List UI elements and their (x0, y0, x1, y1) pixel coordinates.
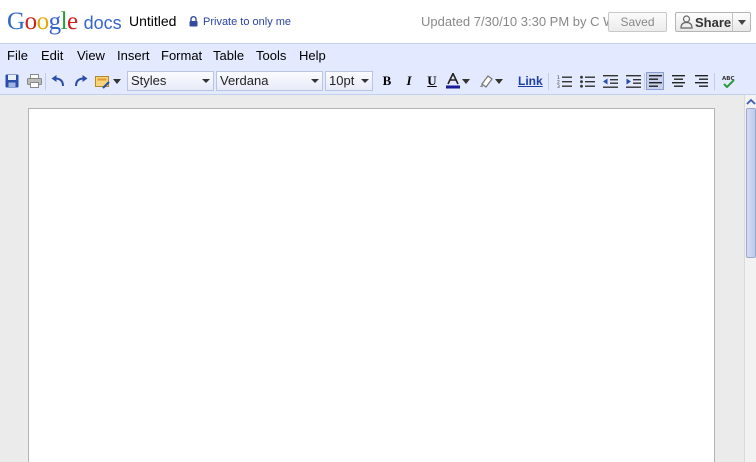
numbered-list-button[interactable]: 1 2 3 (555, 72, 573, 90)
increase-indent-button[interactable] (624, 72, 642, 90)
font-family-dropdown[interactable]: Verdana (216, 71, 323, 91)
font-family-value: Verdana (220, 73, 269, 88)
align-center-button[interactable] (669, 72, 687, 90)
align-right-icon (694, 75, 708, 87)
undo-button[interactable] (49, 72, 67, 90)
spellcheck-button[interactable]: ABC (720, 72, 738, 90)
toolbar-separator (548, 73, 549, 90)
document-page[interactable] (28, 108, 715, 462)
app-header: Google docs Untitled Private to only me … (0, 0, 756, 43)
chevron-down-icon (202, 79, 210, 83)
product-name: docs (83, 13, 122, 33)
align-left-button[interactable] (646, 72, 664, 90)
save-icon (5, 74, 19, 88)
menu-format[interactable]: Format (161, 48, 202, 63)
menu-help[interactable]: Help (299, 48, 326, 63)
share-dropdown-arrow[interactable] (733, 13, 750, 31)
spellcheck-icon: ABC (722, 76, 735, 88)
chevron-down-icon (737, 19, 746, 25)
google-wordmark: Google (7, 7, 78, 37)
numbered-list-icon: 1 2 3 (557, 75, 572, 88)
bulleted-list-button[interactable] (578, 72, 596, 90)
styles-dropdown[interactable]: Styles (127, 71, 214, 91)
lock-icon (189, 16, 198, 27)
menu-tools[interactable]: Tools (256, 48, 286, 63)
chevron-down-icon (311, 79, 319, 83)
menu-bar: File Edit View Insert Format Table Tools… (0, 43, 756, 68)
italic-button[interactable]: I (400, 72, 418, 90)
svg-text:3: 3 (557, 84, 560, 88)
share-label: Share (695, 14, 732, 30)
underline-icon: U (427, 73, 437, 88)
toolbar-separator (644, 73, 645, 90)
redo-button[interactable] (72, 72, 90, 90)
save-button[interactable] (3, 72, 21, 90)
last-updated-status: Updated 7/30/10 3:30 PM by C W (421, 14, 616, 29)
font-size-value: 10pt (329, 73, 355, 88)
align-right-button[interactable] (692, 72, 710, 90)
google-docs-logo[interactable]: Google docs (7, 7, 122, 37)
menu-edit[interactable]: Edit (41, 48, 63, 63)
toolbar-separator (714, 73, 715, 90)
formatting-toolbar: Styles Verdana 10pt B I U Link 1 2 3 ABC (0, 68, 756, 95)
increase-indent-icon (625, 74, 641, 88)
logo-letter: e (67, 8, 78, 35)
logo-letter: g (48, 8, 62, 35)
insert-link-button[interactable]: Link (518, 74, 543, 88)
logo-letter: o (36, 8, 50, 35)
logo-letter: G (7, 8, 25, 35)
bulleted-list-icon (579, 75, 595, 88)
logo-letter: o (24, 8, 38, 35)
print-button[interactable] (25, 72, 43, 90)
chevron-down-icon (361, 79, 369, 83)
decrease-indent-button[interactable] (601, 72, 619, 90)
styles-value: Styles (131, 73, 167, 88)
paint-format-button[interactable] (95, 72, 123, 90)
menu-table[interactable]: Table (213, 48, 244, 63)
bold-icon: B (382, 73, 392, 88)
print-icon (26, 74, 42, 88)
font-size-dropdown[interactable]: 10pt (325, 71, 373, 91)
document-area (0, 95, 744, 462)
bold-button[interactable]: B (378, 72, 396, 90)
document-title[interactable]: Untitled (129, 13, 176, 29)
underline-button[interactable]: U (423, 72, 441, 90)
chevron-down-icon (495, 78, 503, 84)
chevron-down-icon (462, 78, 470, 84)
text-color-icon (446, 73, 460, 89)
highlight-color-icon (480, 75, 493, 88)
privacy-link[interactable]: Private to only me (203, 16, 291, 28)
text-color-button[interactable] (446, 72, 474, 90)
paint-format-icon (95, 75, 110, 89)
vertical-scrollbar[interactable] (744, 95, 756, 462)
menu-insert[interactable]: Insert (117, 48, 150, 63)
share-button[interactable]: Share (675, 12, 751, 32)
share-person-icon (680, 15, 693, 29)
menu-view[interactable]: View (77, 48, 105, 63)
highlight-color-button[interactable] (479, 72, 507, 90)
align-center-icon (671, 75, 685, 87)
scrollbar-thumb[interactable] (746, 108, 756, 258)
undo-icon (51, 75, 64, 87)
toolbar-separator (45, 73, 46, 90)
share-main[interactable]: Share (676, 13, 733, 31)
saved-button[interactable]: Saved (608, 12, 667, 32)
chevron-down-icon (113, 78, 121, 84)
decrease-indent-icon (602, 74, 618, 88)
menu-file[interactable]: File (7, 48, 28, 63)
italic-icon: I (406, 73, 412, 88)
scroll-up-icon[interactable] (746, 97, 756, 107)
align-left-icon (648, 75, 662, 87)
redo-icon (75, 75, 88, 87)
